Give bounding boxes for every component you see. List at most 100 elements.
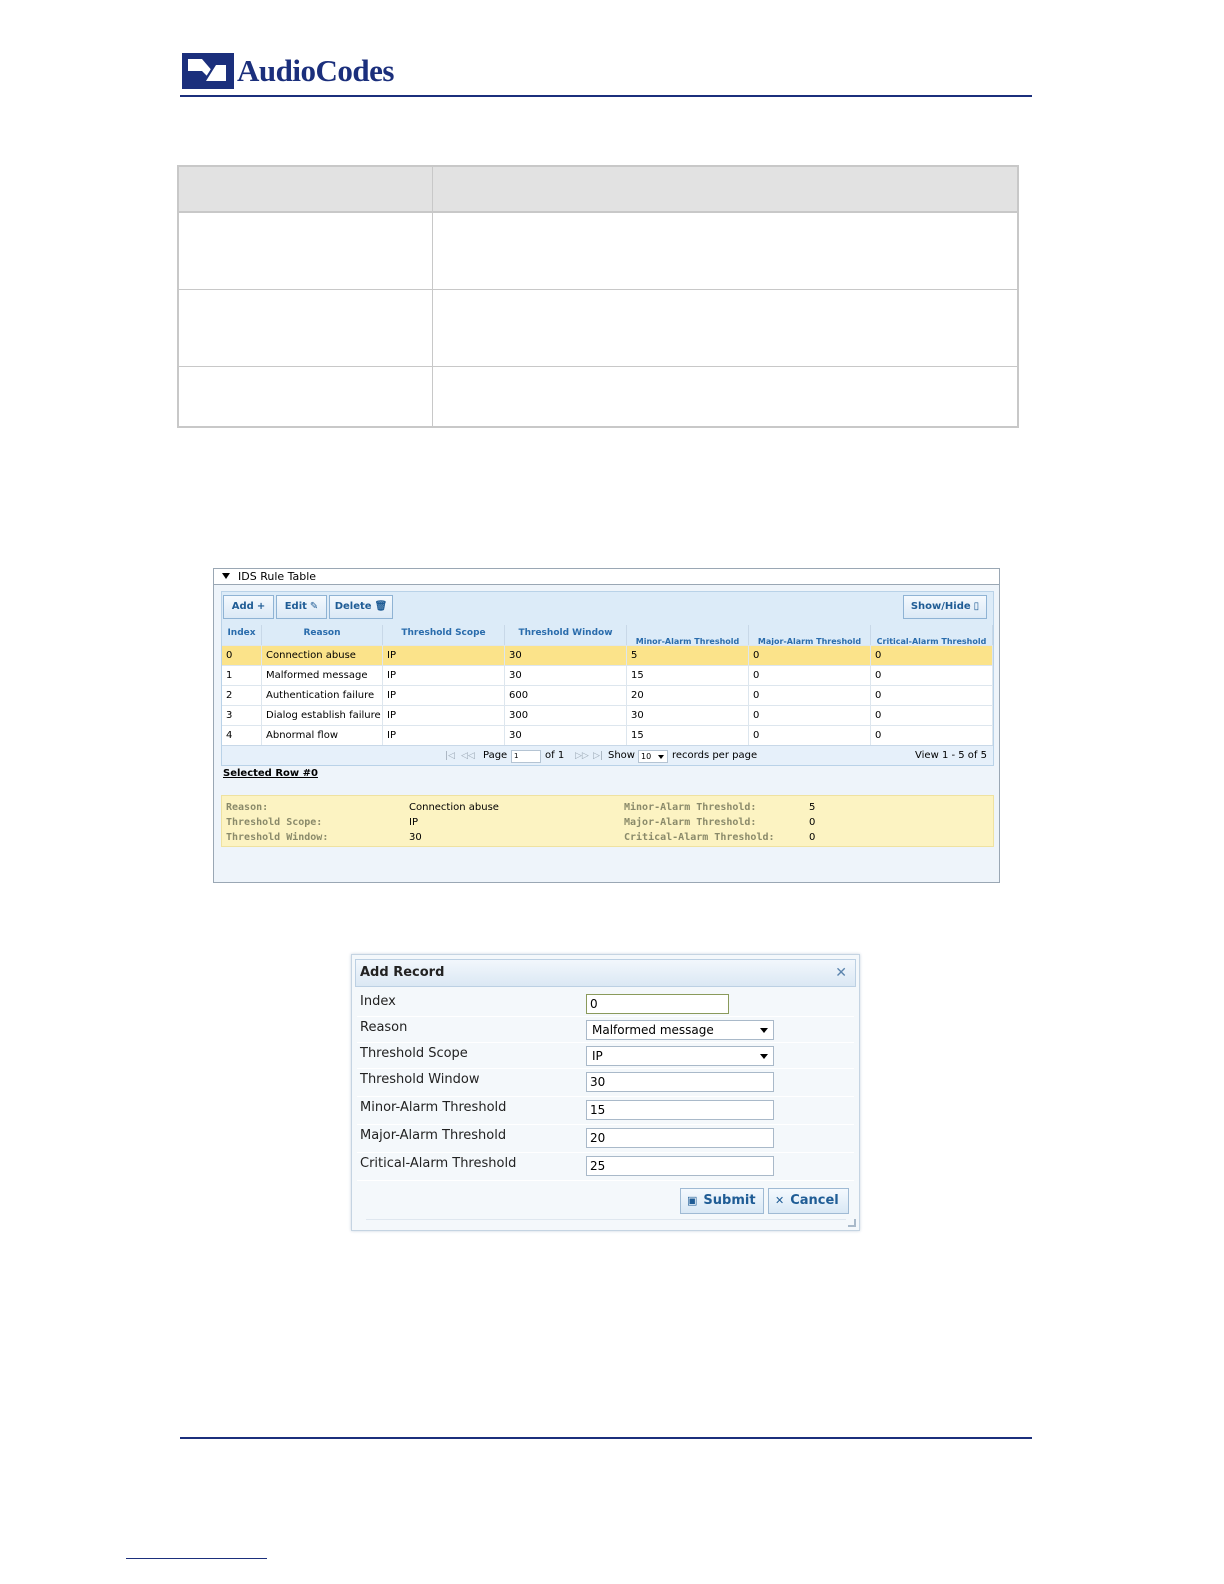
footer-rule xyxy=(180,1437,1032,1439)
minor-alarm-threshold-input[interactable]: 15 xyxy=(586,1100,774,1120)
page-number-input[interactable]: 1 xyxy=(511,750,541,763)
resize-grip-icon[interactable] xyxy=(848,1219,856,1227)
threshold-scope-select-value: IP xyxy=(592,1049,603,1063)
pager: |◁ ◁◁ Page 1 of 1 ▷▷ ▷| Show 10 records … xyxy=(222,745,993,765)
detail-minor-value: 5 xyxy=(809,802,816,813)
major-alarm-threshold-input[interactable]: 20 xyxy=(586,1128,774,1148)
cell-critical-alarm: 0 xyxy=(871,686,993,705)
cell-critical-alarm: 0 xyxy=(871,646,993,665)
view-range-label: View 1 - 5 of 5 xyxy=(915,750,987,761)
critical-alarm-threshold-label: Critical-Alarm Threshold xyxy=(360,1156,517,1171)
ids-rule-table-title[interactable]: IDS Rule Table xyxy=(214,569,999,585)
cell-index: 3 xyxy=(222,706,262,725)
ids-rule-table-panel: Add + Edit ✎ Delete 🗑 Show/Hide ▯ Index Reas… xyxy=(221,591,994,766)
column-header-index[interactable]: Index xyxy=(222,625,262,645)
cell-minor-alarm: 30 xyxy=(627,706,749,725)
column-header-critical-alarm[interactable]: Critical-Alarm Threshold xyxy=(871,625,993,645)
show-label: Show xyxy=(608,750,635,761)
grid-header: Index Reason Threshold Scope Threshold W… xyxy=(222,625,993,645)
chevron-down-icon xyxy=(760,1028,768,1033)
page-label: Page xyxy=(483,750,508,761)
edit-button[interactable]: Edit ✎ xyxy=(276,595,327,619)
detail-minor-label: Minor-Alarm Threshold: xyxy=(624,802,757,813)
logo-mark-icon xyxy=(182,53,234,89)
column-header-minor-alarm[interactable]: Minor-Alarm Threshold xyxy=(627,625,749,645)
column-header-reason[interactable]: Reason xyxy=(262,625,383,645)
table-row[interactable]: 3 Dialog establish failure IP 300 30 0 0 xyxy=(222,705,993,725)
table-row[interactable]: 1 Malformed message IP 30 15 0 0 xyxy=(222,665,993,685)
index-input[interactable]: 0 xyxy=(586,994,729,1014)
last-page-icon[interactable]: ▷| xyxy=(593,746,603,766)
ids-rule-table-screenshot: IDS Rule Table Add + Edit ✎ Delete 🗑 Show/H… xyxy=(213,568,1000,883)
ids-rule-table-title-text: IDS Rule Table xyxy=(238,570,317,583)
save-icon: ▣ xyxy=(687,1194,698,1207)
table-row[interactable]: 2 Authentication failure IP 600 20 0 0 xyxy=(222,685,993,705)
cell-reason: Dialog establish failure xyxy=(262,706,383,725)
plus-icon: + xyxy=(256,601,266,612)
submit-button-label: Submit xyxy=(703,1193,756,1208)
records-per-page-value: 10 xyxy=(641,752,652,761)
records-per-page-label: records per page xyxy=(672,750,758,761)
reason-select-value: Malformed message xyxy=(592,1023,714,1037)
submit-button[interactable]: ▣ Submit xyxy=(680,1188,764,1214)
pencil-icon: ✎ xyxy=(309,601,319,612)
document-icon: ▯ xyxy=(973,601,980,612)
cell-threshold-scope: IP xyxy=(383,726,505,745)
trash-icon: 🗑 xyxy=(374,601,388,612)
cell-reason: Abnormal flow xyxy=(262,726,383,745)
column-header-threshold-window[interactable]: Threshold Window xyxy=(505,625,627,645)
cancel-button[interactable]: ✕ Cancel xyxy=(768,1188,849,1214)
cell-index: 0 xyxy=(222,646,262,665)
threshold-scope-select[interactable]: IP xyxy=(586,1046,774,1066)
detail-critical-value: 0 xyxy=(809,832,816,843)
close-icon: ✕ xyxy=(775,1194,785,1207)
critical-alarm-threshold-input[interactable]: 25 xyxy=(586,1156,774,1176)
table-row[interactable]: 0 Connection abuse IP 30 5 0 0 xyxy=(222,645,993,665)
cell-major-alarm: 0 xyxy=(749,706,871,725)
cell-threshold-window: 30 xyxy=(505,646,627,665)
detail-reason-label: Reason: xyxy=(226,802,269,813)
detail-critical-label: Critical-Alarm Threshold: xyxy=(624,832,775,843)
cell-index: 1 xyxy=(222,666,262,685)
delete-button[interactable]: Delete 🗑 xyxy=(329,595,393,619)
cell-threshold-scope: IP xyxy=(383,706,505,725)
detail-reason-value: Connection abuse xyxy=(409,802,499,813)
first-page-icon[interactable]: |◁ xyxy=(445,746,455,766)
previous-page-icon[interactable]: ◁◁ xyxy=(461,746,475,766)
field-row-threshold-window: Threshold Window 30 xyxy=(357,1069,854,1097)
cell-minor-alarm: 5 xyxy=(627,646,749,665)
detail-scope-label: Threshold Scope: xyxy=(226,817,323,828)
dialog-title-bar[interactable]: Add Record ✕ xyxy=(355,959,856,987)
cell-threshold-window: 300 xyxy=(505,706,627,725)
cell-index: 4 xyxy=(222,726,262,745)
reason-select[interactable]: Malformed message xyxy=(586,1020,774,1040)
show-hide-button[interactable]: Show/Hide ▯ xyxy=(903,595,987,619)
document-table-header xyxy=(179,167,1017,213)
column-header-threshold-scope[interactable]: Threshold Scope xyxy=(383,625,505,645)
detail-major-value: 0 xyxy=(809,817,816,828)
collapse-triangle-icon[interactable] xyxy=(222,573,230,579)
selected-row-label: Selected Row #0 xyxy=(223,768,318,779)
cell-major-alarm: 0 xyxy=(749,666,871,685)
cell-threshold-scope: IP xyxy=(383,666,505,685)
next-page-icon[interactable]: ▷▷ xyxy=(575,746,589,766)
add-button[interactable]: Add + xyxy=(223,595,274,619)
cancel-button-label: Cancel xyxy=(790,1193,839,1208)
show-hide-button-label: Show/Hide xyxy=(910,601,971,612)
threshold-window-input[interactable]: 30 xyxy=(586,1072,774,1092)
cell-major-alarm: 0 xyxy=(749,726,871,745)
table-row[interactable]: 4 Abnormal flow IP 30 15 0 0 xyxy=(222,725,993,745)
selected-row-detail: Reason: Connection abuse Threshold Scope… xyxy=(221,795,994,847)
detail-major-label: Major-Alarm Threshold: xyxy=(624,817,757,828)
edit-button-label: Edit xyxy=(284,601,307,612)
close-icon[interactable]: ✕ xyxy=(835,960,847,986)
records-per-page-select[interactable]: 10 xyxy=(638,750,668,763)
major-alarm-threshold-label: Major-Alarm Threshold xyxy=(360,1128,507,1143)
detail-window-value: 30 xyxy=(409,832,422,843)
column-header-major-alarm[interactable]: Major-Alarm Threshold xyxy=(749,625,871,645)
audiocodes-logo: AudioCodes xyxy=(182,50,394,92)
cell-critical-alarm: 0 xyxy=(871,666,993,685)
footnote-rule xyxy=(126,1558,267,1559)
document-table xyxy=(177,165,1019,428)
field-row-major-alarm: Major-Alarm Threshold 20 xyxy=(357,1125,854,1153)
